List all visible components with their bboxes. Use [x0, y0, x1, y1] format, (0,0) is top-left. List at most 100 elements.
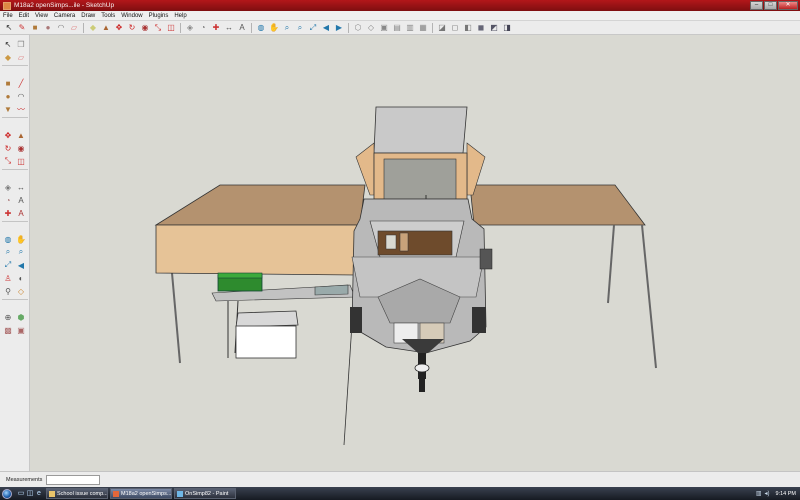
offset-icon[interactable]: ◫ — [165, 22, 177, 34]
menu-draw[interactable]: Draw — [78, 13, 98, 19]
previous-view-icon[interactable]: ◀ — [320, 22, 332, 34]
circle-icon[interactable]: ● — [42, 22, 54, 34]
menu-window[interactable]: Window — [118, 13, 145, 19]
freehand-icon[interactable]: 〰 — [15, 103, 27, 115]
walk-icon[interactable]: ⚲ — [2, 285, 14, 297]
menu-edit[interactable]: Edit — [16, 13, 32, 19]
eraser-icon[interactable]: ▱ — [68, 22, 80, 34]
add-location-icon[interactable]: ⊕ — [2, 311, 14, 323]
maximize-button[interactable]: □ — [764, 1, 777, 10]
tape-measure-icon[interactable]: ◈ — [2, 181, 14, 193]
pencil-icon[interactable]: ✎ — [16, 22, 28, 34]
taskbar-task[interactable]: OnSimp82 - Paint — [174, 488, 236, 499]
scale-icon[interactable]: ⤡ — [2, 155, 14, 167]
rectangle-icon[interactable]: ■ — [29, 22, 41, 34]
look-around-icon[interactable]: ◐ — [15, 272, 27, 284]
follow-me-icon[interactable]: ◉ — [15, 142, 27, 154]
make-component-icon[interactable]: ❒ — [15, 38, 27, 50]
textured-icon[interactable]: ◩ — [488, 22, 500, 34]
browser-icon[interactable]: e — [35, 490, 43, 498]
menu-view[interactable]: View — [32, 13, 51, 19]
select-icon[interactable]: ↖ — [3, 22, 15, 34]
axes-icon[interactable]: ✚ — [210, 22, 222, 34]
pan-icon[interactable]: ✋ — [15, 233, 27, 245]
top-view-icon[interactable]: ◇ — [365, 22, 377, 34]
zoom-extents-icon[interactable]: ⤢ — [2, 259, 14, 271]
wireframe-icon[interactable]: ◻ — [449, 22, 461, 34]
get-models-icon[interactable]: ▣ — [15, 324, 27, 336]
photo-textures-icon[interactable]: ▩ — [2, 324, 14, 336]
dimension-icon[interactable]: ↔ — [15, 181, 27, 193]
previous-view-icon[interactable]: ◀ — [15, 259, 27, 271]
right-view-icon[interactable]: ▤ — [391, 22, 403, 34]
menu-plugins[interactable]: Plugins — [146, 13, 172, 19]
arc-icon[interactable]: ◠ — [55, 22, 67, 34]
iso-view-icon[interactable]: ⬡ — [352, 22, 364, 34]
text-icon[interactable]: A — [236, 22, 248, 34]
protractor-icon[interactable]: ◔ — [2, 194, 14, 206]
shaded-icon[interactable]: ◼ — [475, 22, 487, 34]
rotate-icon[interactable]: ↻ — [2, 142, 14, 154]
sketchup-app-icon[interactable] — [3, 1, 11, 10]
eraser-icon[interactable]: ▱ — [15, 51, 27, 63]
paint-bucket-icon[interactable]: ◆ — [87, 22, 99, 34]
rotate-icon[interactable]: ↻ — [126, 22, 138, 34]
polygon-icon[interactable]: ▼ — [2, 103, 14, 115]
volume-icon[interactable]: ◂) — [765, 490, 770, 497]
back-view-icon[interactable]: ▥ — [404, 22, 416, 34]
toggle-terrain-icon[interactable]: ⬢ — [15, 311, 27, 323]
paint-bucket-icon[interactable]: ◆ — [2, 51, 14, 63]
zoom-icon[interactable]: ⌕ — [2, 246, 14, 258]
zoom-extents-icon[interactable]: ⤢ — [307, 22, 319, 34]
model-viewport[interactable] — [30, 35, 800, 471]
offset-icon[interactable]: ◫ — [15, 155, 27, 167]
section-plane-icon[interactable]: ◇ — [15, 285, 27, 297]
line-icon[interactable]: ╱ — [15, 77, 27, 89]
push-pull-icon[interactable]: ▲ — [100, 22, 112, 34]
follow-me-icon[interactable]: ◉ — [139, 22, 151, 34]
scale-icon[interactable]: ⤡ — [152, 22, 164, 34]
start-button[interactable] — [0, 487, 14, 500]
task-label: School issue comp... — [57, 490, 108, 497]
switch-windows-icon[interactable]: ◫ — [26, 490, 34, 498]
tape-measure-icon[interactable]: ◈ — [184, 22, 196, 34]
position-camera-icon[interactable]: ♙ — [2, 272, 14, 284]
pan-icon[interactable]: ✋ — [268, 22, 280, 34]
taskbar-task[interactable]: School issue comp... — [46, 488, 108, 499]
protractor-icon[interactable]: ◔ — [197, 22, 209, 34]
front-view-icon[interactable]: ▣ — [378, 22, 390, 34]
zoom-window-icon[interactable]: ⌕ — [294, 22, 306, 34]
hidden-line-icon[interactable]: ◧ — [462, 22, 474, 34]
arc-icon[interactable]: ◠ — [15, 90, 27, 102]
menu-tools[interactable]: Tools — [98, 13, 118, 19]
menu-camera[interactable]: Camera — [51, 13, 78, 19]
taskbar-task[interactable]: M18a2 openSimps... — [110, 488, 172, 499]
circle-icon[interactable]: ● — [2, 90, 14, 102]
next-view-icon[interactable]: ▶ — [333, 22, 345, 34]
dimension-icon[interactable]: ↔ — [223, 22, 235, 34]
orbit-icon[interactable]: ◍ — [2, 233, 14, 245]
select-icon[interactable]: ↖ — [2, 38, 14, 50]
push-pull-icon[interactable]: ▲ — [15, 129, 27, 141]
3d-text-icon[interactable]: A — [15, 207, 27, 219]
orbit-icon[interactable]: ◍ — [255, 22, 267, 34]
zoom-window-icon[interactable]: ⌕ — [15, 246, 27, 258]
xray-icon[interactable]: ◪ — [436, 22, 448, 34]
clock[interactable]: 9:14 PM — [776, 491, 796, 497]
move-icon[interactable]: ✥ — [2, 129, 14, 141]
left-view-icon[interactable]: ▦ — [417, 22, 429, 34]
monochrome-icon[interactable]: ◨ — [501, 22, 513, 34]
zoom-icon[interactable]: ⌕ — [281, 22, 293, 34]
show-desktop-icon[interactable]: ▭ — [17, 490, 25, 498]
measurements-input[interactable] — [46, 474, 101, 485]
left-wheel — [350, 307, 362, 333]
network-icon[interactable]: ▥ — [756, 490, 762, 497]
text-icon[interactable]: A — [15, 194, 27, 206]
menu-file[interactable]: File — [0, 13, 16, 19]
move-icon[interactable]: ✥ — [113, 22, 125, 34]
axes-icon[interactable]: ✚ — [2, 207, 14, 219]
minimize-button[interactable]: – — [750, 1, 763, 10]
close-button[interactable]: ✕ — [778, 1, 798, 10]
rectangle-icon[interactable]: ■ — [2, 77, 14, 89]
menu-help[interactable]: Help — [171, 13, 189, 19]
